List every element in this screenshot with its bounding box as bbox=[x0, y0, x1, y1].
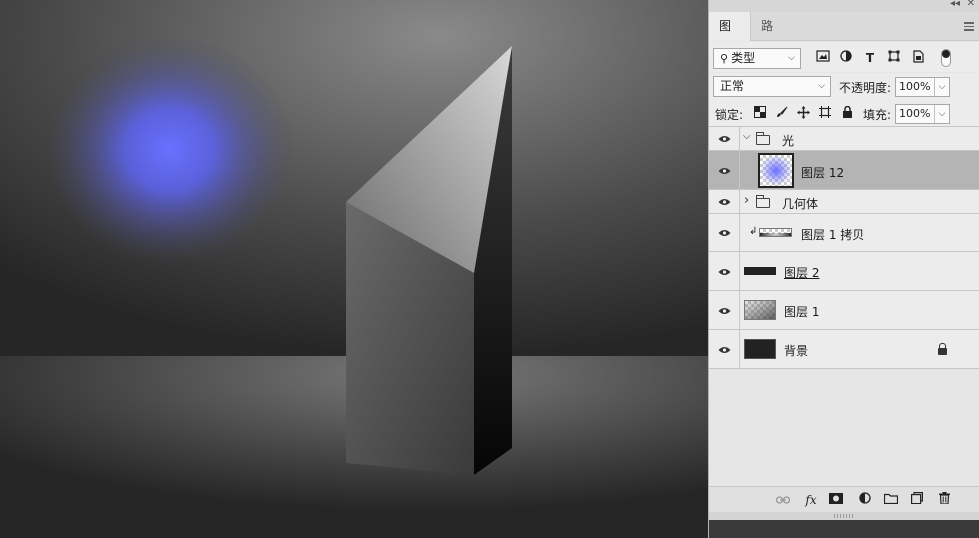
filter-row: ⚲ 类型 ⌵ T bbox=[709, 42, 979, 72]
close-icon[interactable]: ✕ bbox=[967, 0, 975, 9]
lock-position-move-icon[interactable] bbox=[796, 106, 810, 120]
layer-row-background[interactable]: 背景 bbox=[709, 330, 979, 369]
fx-icon[interactable]: fx bbox=[803, 492, 819, 508]
canvas-artwork bbox=[0, 0, 708, 538]
visibility-toggle[interactable] bbox=[709, 330, 740, 368]
panel-resize-handle[interactable] bbox=[709, 512, 979, 520]
folder-icon bbox=[756, 195, 770, 208]
eye-icon bbox=[718, 136, 731, 142]
eye-icon bbox=[718, 199, 731, 205]
search-icon: ⚲ bbox=[720, 52, 729, 65]
blue-light-glow bbox=[45, 35, 295, 265]
layer-name: 背景 bbox=[784, 344, 809, 358]
document-canvas[interactable] bbox=[0, 0, 708, 538]
layer-row-layer-2[interactable]: 图层 2 bbox=[709, 252, 979, 291]
panel-bottom-gap bbox=[709, 520, 979, 538]
filter-kind-label: 类型 bbox=[731, 51, 756, 65]
layer-name: 图层 1 bbox=[784, 305, 820, 319]
layer-row-group-geometry[interactable]: › 几何体 bbox=[709, 190, 979, 214]
layer-row-group-light[interactable]: ⌵ 光 bbox=[709, 127, 979, 151]
grip-icon bbox=[834, 514, 854, 518]
tab-layers[interactable]: 图层 bbox=[709, 12, 751, 62]
panel-tab-bar: 图层 路径 bbox=[709, 12, 979, 62]
lock-row: 锁定: 填充: 100% ⌵ bbox=[709, 100, 979, 127]
blend-row: 正常 ⌵ 不透明度: 100% ⌵ bbox=[709, 73, 979, 100]
visibility-toggle[interactable] bbox=[709, 127, 740, 150]
layer-row-layer-1[interactable]: 图层 1 bbox=[709, 291, 979, 330]
panel-title-strip: ◂◂ ✕ bbox=[709, 0, 979, 12]
visibility-toggle[interactable] bbox=[709, 291, 740, 329]
filter-toggle-switch[interactable] bbox=[941, 49, 951, 67]
filter-kind-dropdown[interactable]: ⚲ 类型 ⌵ bbox=[713, 48, 801, 69]
eye-icon bbox=[718, 308, 731, 314]
clipping-mask-arrow-icon: ↲ bbox=[749, 226, 758, 237]
lock-pixels-brush-icon[interactable] bbox=[775, 106, 789, 120]
layer-thumbnail[interactable] bbox=[759, 228, 792, 237]
chevron-down-icon: ⌵ bbox=[818, 81, 825, 91]
layer-thumbnail[interactable] bbox=[744, 300, 776, 320]
layer-list-empty-area[interactable] bbox=[709, 369, 979, 486]
visibility-toggle[interactable] bbox=[709, 252, 740, 290]
lock-transparency-icon[interactable] bbox=[753, 106, 767, 120]
fill-value: 100% bbox=[899, 107, 931, 120]
panel-menu-icon[interactable] bbox=[964, 22, 974, 31]
fill-field[interactable]: 100% ⌵ bbox=[895, 104, 950, 124]
layer-name: 图层 12 bbox=[801, 166, 845, 180]
layer-thumbnail[interactable] bbox=[758, 153, 794, 188]
blend-mode-value: 正常 bbox=[720, 79, 745, 93]
opacity-field[interactable]: 100% ⌵ bbox=[895, 77, 950, 97]
image-filter-icon[interactable] bbox=[815, 50, 831, 66]
layer-row-layer-1-copy[interactable]: ↲ 图层 1 拷贝 bbox=[709, 214, 979, 252]
new-layer-icon[interactable] bbox=[909, 492, 925, 508]
blend-mode-dropdown[interactable]: 正常 ⌵ bbox=[713, 76, 831, 97]
opacity-label: 不透明度: bbox=[839, 81, 892, 95]
lock-all-icon[interactable] bbox=[840, 105, 854, 120]
visibility-toggle[interactable] bbox=[709, 190, 740, 213]
lock-artboard-icon[interactable] bbox=[818, 106, 832, 120]
visibility-toggle[interactable] bbox=[709, 214, 740, 251]
lock-label: 锁定: bbox=[715, 108, 744, 122]
folder-icon bbox=[756, 132, 770, 145]
layer-name: 图层 2 bbox=[784, 266, 820, 280]
eye-icon bbox=[718, 168, 731, 174]
new-group-icon[interactable] bbox=[883, 492, 899, 508]
layer-thumbnail[interactable] bbox=[744, 267, 776, 275]
chevron-down-icon[interactable]: ⌵ bbox=[934, 78, 949, 96]
eye-icon bbox=[718, 230, 731, 236]
layer-name: 图层 1 拷贝 bbox=[801, 228, 865, 242]
opacity-value: 100% bbox=[899, 80, 931, 93]
layer-name: 光 bbox=[782, 134, 795, 148]
adjustment-layer-icon[interactable] bbox=[857, 492, 873, 508]
fill-label: 填充: bbox=[863, 108, 892, 122]
add-mask-icon[interactable] bbox=[828, 492, 844, 508]
adjustment-filter-icon[interactable] bbox=[838, 50, 854, 66]
group-collapsed-chevron-icon[interactable]: › bbox=[744, 193, 749, 208]
visibility-toggle[interactable] bbox=[709, 151, 740, 189]
layers-bottom-toolbar: fx bbox=[709, 486, 979, 512]
double-chevron-left-icon[interactable]: ◂◂ bbox=[950, 0, 960, 9]
group-expanded-chevron-icon[interactable]: ⌵ bbox=[743, 131, 751, 142]
chevron-down-icon: ⌵ bbox=[788, 53, 795, 63]
link-layers-icon[interactable] bbox=[775, 492, 791, 508]
layer-name: 几何体 bbox=[782, 197, 819, 211]
smart-object-filter-icon[interactable] bbox=[910, 50, 926, 66]
shape-filter-icon[interactable] bbox=[886, 50, 902, 66]
type-filter-icon[interactable]: T bbox=[862, 50, 878, 66]
lock-icon bbox=[938, 343, 947, 355]
layers-panel: ◂◂ ✕ 图层 路径 ⚲类型 ⌵ T 正常 ⌵ 不透明度: bbox=[708, 0, 979, 538]
layer-row-layer-12[interactable]: 图层 12 bbox=[709, 151, 979, 190]
layer-thumbnail[interactable] bbox=[744, 339, 776, 359]
tab-paths[interactable]: 路径 bbox=[751, 12, 793, 62]
chevron-down-icon[interactable]: ⌵ bbox=[934, 105, 949, 123]
trash-icon[interactable] bbox=[936, 492, 952, 508]
eye-icon bbox=[718, 347, 731, 353]
eye-icon bbox=[718, 269, 731, 275]
